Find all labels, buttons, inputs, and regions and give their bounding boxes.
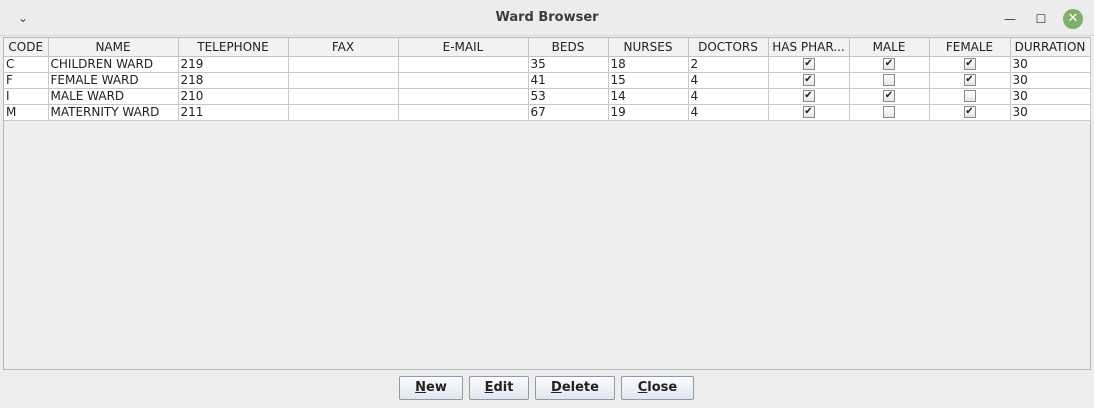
cell-email[interactable] <box>398 88 529 105</box>
column-header-doctors[interactable]: DOCTORS <box>688 38 769 57</box>
column-header-email[interactable]: E-MAIL <box>398 38 529 57</box>
cell-duration[interactable]: 30 <box>1010 104 1091 121</box>
cell-female[interactable]: ✔ <box>929 56 1011 73</box>
cell-has-pharmacy[interactable]: ✔ <box>768 88 850 105</box>
male-checkbox[interactable] <box>883 74 895 86</box>
cell-code[interactable]: I <box>4 88 49 105</box>
table-row[interactable]: C CHILDREN WARD 219 35 18 2 ✔ ✔ ✔ 30 <box>4 56 1091 73</box>
cell-email[interactable] <box>398 56 529 73</box>
cell-code[interactable]: F <box>4 72 49 89</box>
table-row[interactable]: I MALE WARD 210 53 14 4 ✔ ✔ 30 <box>4 88 1091 105</box>
column-header-female[interactable]: FEMALE <box>929 38 1011 57</box>
edit-button-label: dit <box>493 380 514 395</box>
cell-beds[interactable]: 67 <box>528 104 609 121</box>
has-pharmacy-checkbox[interactable]: ✔ <box>802 106 815 118</box>
cell-doctors[interactable]: 2 <box>688 56 769 73</box>
minimize-icon[interactable]: — <box>1000 9 1020 29</box>
cell-code[interactable]: C <box>4 56 49 73</box>
cell-telephone[interactable]: 211 <box>178 104 289 121</box>
delete-button[interactable]: Delete <box>535 376 615 400</box>
title-bar: ⌄ Ward Browser — ☐ ✕ <box>0 0 1094 36</box>
column-header-telephone[interactable]: TELEPHONE <box>178 38 289 57</box>
column-header-male[interactable]: MALE <box>849 38 930 57</box>
male-checkbox[interactable] <box>883 106 895 118</box>
cell-telephone[interactable]: 219 <box>178 56 289 73</box>
cell-telephone[interactable]: 218 <box>178 72 289 89</box>
new-button[interactable]: New <box>399 376 463 400</box>
cell-telephone[interactable]: 210 <box>178 88 289 105</box>
column-header-fax[interactable]: FAX <box>288 38 399 57</box>
cell-male[interactable]: ✔ <box>849 56 930 73</box>
male-checkbox[interactable]: ✔ <box>883 58 895 70</box>
cell-female[interactable]: ✔ <box>929 72 1011 89</box>
new-button-label: ew <box>426 380 447 395</box>
cell-has-pharmacy[interactable]: ✔ <box>768 104 850 121</box>
cell-email[interactable] <box>398 72 529 89</box>
cell-nurses[interactable]: 14 <box>608 88 689 105</box>
table-row[interactable]: F FEMALE WARD 218 41 15 4 ✔ ✔ 30 <box>4 72 1091 89</box>
cell-name[interactable]: MATERNITY WARD <box>48 104 179 121</box>
cell-name[interactable]: MALE WARD <box>48 88 179 105</box>
cell-doctors[interactable]: 4 <box>688 72 769 89</box>
female-checkbox[interactable]: ✔ <box>963 106 976 118</box>
ward-table-area: CODE NAME TELEPHONE FAX E-MAIL BEDS NURS… <box>3 37 1091 370</box>
close-button-label: lose <box>647 380 678 395</box>
cell-male[interactable] <box>849 72 930 89</box>
cell-has-pharmacy[interactable]: ✔ <box>768 72 850 89</box>
cell-nurses[interactable]: 18 <box>608 56 689 73</box>
column-header-duration[interactable]: DURRATION <box>1010 38 1091 57</box>
cell-fax[interactable] <box>288 72 399 89</box>
cell-fax[interactable] <box>288 56 399 73</box>
cell-email[interactable] <box>398 104 529 121</box>
cell-fax[interactable] <box>288 88 399 105</box>
cell-name[interactable]: FEMALE WARD <box>48 72 179 89</box>
female-checkbox[interactable]: ✔ <box>963 74 976 86</box>
cell-name[interactable]: CHILDREN WARD <box>48 56 179 73</box>
ward-table: CODE NAME TELEPHONE FAX E-MAIL BEDS NURS… <box>4 38 1091 121</box>
close-window-icon[interactable]: ✕ <box>1063 9 1083 29</box>
window-title: Ward Browser <box>495 10 599 25</box>
column-header-code[interactable]: CODE <box>4 38 49 57</box>
maximize-icon[interactable]: ☐ <box>1031 9 1051 29</box>
button-bar: New Edit Delete Close <box>0 374 1094 404</box>
cell-doctors[interactable]: 4 <box>688 104 769 121</box>
has-pharmacy-checkbox[interactable]: ✔ <box>802 74 815 86</box>
table-header-row: CODE NAME TELEPHONE FAX E-MAIL BEDS NURS… <box>4 38 1091 57</box>
column-header-has-pharmacy[interactable]: HAS PHAR... <box>768 38 850 57</box>
male-checkbox[interactable]: ✔ <box>883 90 895 102</box>
column-header-nurses[interactable]: NURSES <box>608 38 689 57</box>
cell-beds[interactable]: 53 <box>528 88 609 105</box>
column-header-name[interactable]: NAME <box>48 38 179 57</box>
cell-has-pharmacy[interactable]: ✔ <box>768 56 850 73</box>
cell-nurses[interactable]: 15 <box>608 72 689 89</box>
has-pharmacy-checkbox[interactable]: ✔ <box>802 58 815 70</box>
cell-duration[interactable]: 30 <box>1010 88 1091 105</box>
column-header-beds[interactable]: BEDS <box>528 38 609 57</box>
close-button[interactable]: Close <box>621 376 694 400</box>
edit-button[interactable]: Edit <box>469 376 529 400</box>
new-button-mnemonic: N <box>415 380 427 395</box>
cell-nurses[interactable]: 19 <box>608 104 689 121</box>
cell-beds[interactable]: 35 <box>528 56 609 73</box>
cell-duration[interactable]: 30 <box>1010 72 1091 89</box>
close-button-mnemonic: C <box>637 380 648 395</box>
cell-male[interactable]: ✔ <box>849 88 930 105</box>
female-checkbox[interactable] <box>963 90 976 102</box>
cell-fax[interactable] <box>288 104 399 121</box>
delete-button-mnemonic: D <box>551 380 562 395</box>
table-row[interactable]: M MATERNITY WARD 211 67 19 4 ✔ ✔ 30 <box>4 104 1091 121</box>
delete-button-label: elete <box>561 380 599 395</box>
has-pharmacy-checkbox[interactable]: ✔ <box>802 90 815 102</box>
cell-code[interactable]: M <box>4 104 49 121</box>
cell-beds[interactable]: 41 <box>528 72 609 89</box>
cell-duration[interactable]: 30 <box>1010 56 1091 73</box>
cell-female[interactable] <box>929 88 1011 105</box>
female-checkbox[interactable]: ✔ <box>963 58 976 70</box>
cell-female[interactable]: ✔ <box>929 104 1011 121</box>
cell-doctors[interactable]: 4 <box>688 88 769 105</box>
cell-male[interactable] <box>849 104 930 121</box>
